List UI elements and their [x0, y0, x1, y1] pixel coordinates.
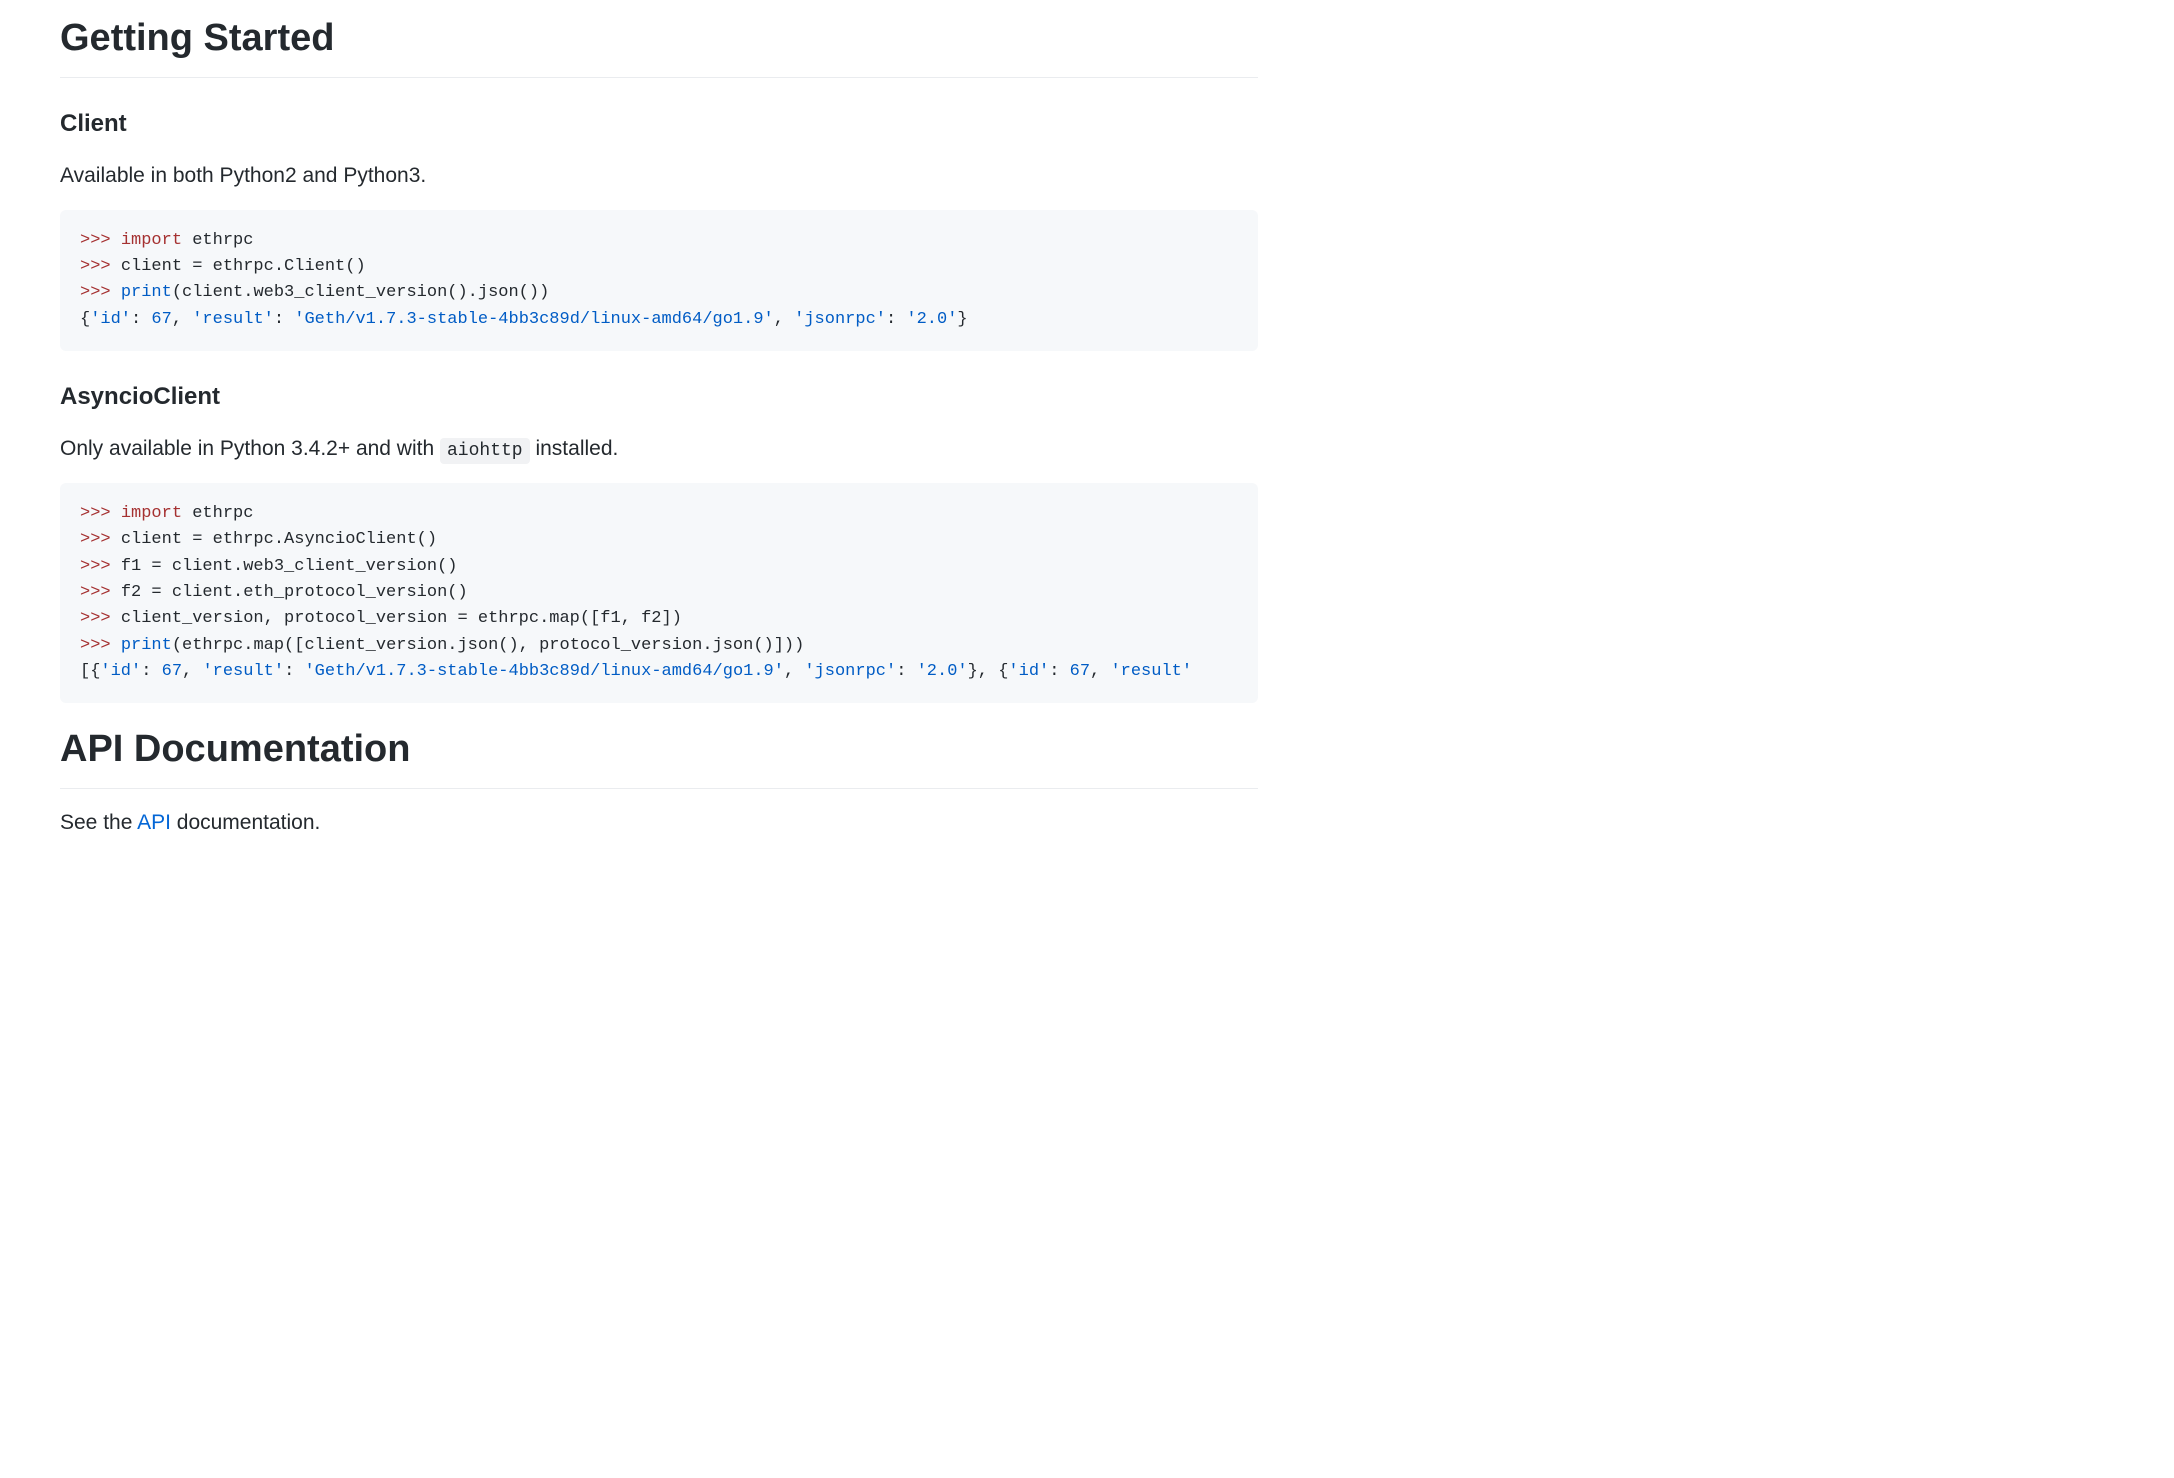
heading-api-documentation: API Documentation [60, 721, 1258, 789]
asyncio-description: Only available in Python 3.4.2+ and with… [60, 433, 1258, 465]
heading-asyncio-client: AsyncioClient [60, 379, 1258, 415]
heading-client: Client [60, 106, 1258, 142]
api-description: See the API documentation. [60, 807, 1258, 839]
client-code: >>> import ethrpc >>> client = ethrpc.Cl… [80, 228, 1238, 333]
asyncio-code: >>> import ethrpc >>> client = ethrpc.As… [80, 501, 1238, 685]
asyncio-code-block[interactable]: >>> import ethrpc >>> client = ethrpc.As… [60, 483, 1258, 703]
client-description: Available in both Python2 and Python3. [60, 160, 1258, 192]
aiohttp-code-inline: aiohttp [440, 438, 530, 464]
api-desc-pre: See the [60, 811, 137, 834]
client-code-block: >>> import ethrpc >>> client = ethrpc.Cl… [60, 210, 1258, 351]
api-link[interactable]: API [137, 811, 171, 834]
api-desc-post: documentation. [171, 811, 320, 834]
asyncio-desc-pre: Only available in Python 3.4.2+ and with [60, 437, 440, 460]
asyncio-desc-post: installed. [530, 437, 619, 460]
document-body: Getting Started Client Available in both… [0, 10, 1318, 917]
heading-getting-started: Getting Started [60, 10, 1258, 78]
